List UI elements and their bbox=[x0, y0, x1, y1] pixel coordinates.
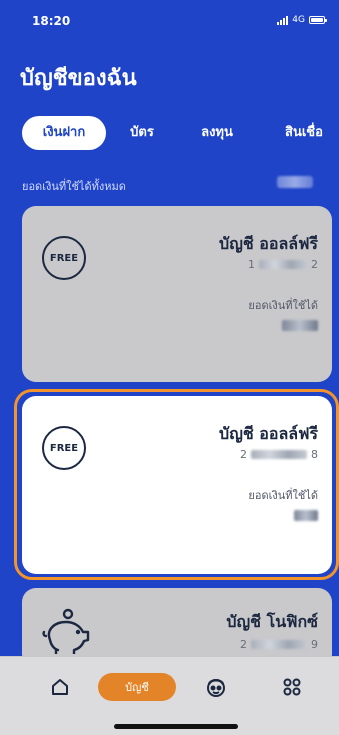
home-icon bbox=[52, 679, 68, 695]
tab-invest[interactable]: ลงทุน bbox=[192, 116, 242, 150]
account-number-prefix: 2 bbox=[240, 638, 247, 651]
account-number-masked bbox=[251, 640, 307, 649]
battery-icon bbox=[309, 16, 327, 24]
account-number: 1 2 bbox=[248, 258, 318, 271]
nav-accounts[interactable]: บัญชี bbox=[98, 673, 176, 701]
account-card[interactable]: FREE บัญชี ออลล์ฟรี 1 2 ยอดเงินที่ใช้ได้ bbox=[22, 206, 332, 382]
account-number-suffix: 2 bbox=[311, 258, 318, 271]
status-indicators: 4G bbox=[277, 15, 327, 25]
available-balance-label: ยอดเงินที่ใช้ได้ bbox=[248, 299, 318, 312]
status-time: 18:20 bbox=[32, 14, 71, 28]
menu-grid-icon bbox=[283, 678, 301, 696]
tab-deposit[interactable]: เงินฝาก bbox=[22, 116, 106, 150]
piggy-bank-icon bbox=[42, 608, 90, 654]
status-bar: 18:20 4G bbox=[0, 0, 339, 44]
nav-assistant[interactable] bbox=[202, 673, 230, 701]
face-icon bbox=[207, 679, 225, 697]
nav-accounts-label: บัญชี bbox=[125, 681, 149, 694]
account-number-prefix: 1 bbox=[248, 258, 255, 271]
nav-home[interactable] bbox=[46, 673, 74, 701]
page-title: บัญชีของฉัน bbox=[20, 66, 137, 91]
available-balance-masked bbox=[282, 320, 318, 331]
tab-cards[interactable]: บัตร bbox=[124, 116, 160, 150]
account-number: 2 9 bbox=[240, 638, 318, 651]
total-balance-value-masked bbox=[277, 176, 313, 188]
account-name: บัญชี ออลล์ฟรี bbox=[219, 234, 318, 253]
signal-icon bbox=[277, 15, 289, 25]
account-number-masked bbox=[259, 260, 307, 269]
account-type-tabs: เงินฝาก บัตร ลงทุน สินเชื่อ bbox=[22, 116, 325, 150]
total-balance-label: ยอดเงินที่ใช้ได้ทั้งหมด bbox=[22, 180, 126, 193]
account-number-suffix: 9 bbox=[311, 638, 318, 651]
accounts-screen: 18:20 4G บัญชีของฉัน เงินฝาก บัตร ลงทุน … bbox=[0, 0, 339, 735]
tab-loans[interactable]: สินเชื่อ bbox=[274, 116, 334, 150]
selection-highlight bbox=[14, 389, 339, 580]
free-badge-icon: FREE bbox=[42, 236, 86, 280]
network-label: 4G bbox=[292, 15, 305, 25]
home-indicator bbox=[114, 724, 238, 729]
account-name: บัญชี โนฟิกซ์ bbox=[226, 612, 318, 631]
nav-menu[interactable] bbox=[278, 673, 306, 701]
